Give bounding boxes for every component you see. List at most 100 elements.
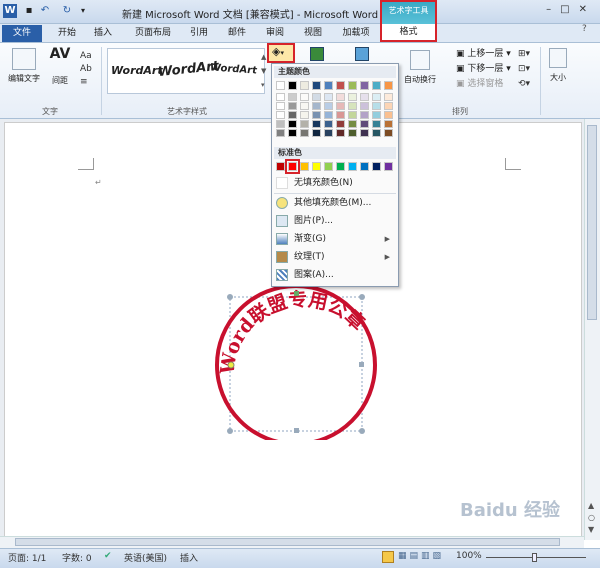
undo-icon[interactable]: ↶ [38,4,52,18]
redo-icon[interactable]: ↻ [60,4,74,18]
theme-color-swatch[interactable] [336,129,345,137]
theme-color-swatch[interactable] [276,93,285,101]
theme-color-swatch[interactable] [324,129,333,137]
theme-color-swatch[interactable] [324,102,333,110]
theme-color-swatch[interactable] [276,111,285,119]
edit-text-button[interactable]: 编辑文字 [6,48,42,84]
theme-color-swatch[interactable] [276,81,285,90]
theme-color-swatch[interactable] [372,129,381,137]
theme-color-swatch[interactable] [336,111,345,119]
text-effects-icon[interactable] [355,47,369,61]
standard-color-swatch[interactable] [285,159,300,174]
tab-addins[interactable]: 加载项 [336,25,376,42]
scroll-thumb[interactable] [15,538,560,546]
theme-color-swatch[interactable] [348,93,357,101]
tab-file[interactable]: 文件 [2,25,42,42]
scroll-thumb[interactable] [587,125,597,320]
theme-color-swatch[interactable] [360,120,369,128]
theme-color-swatch[interactable] [336,81,345,90]
resize-handle[interactable] [359,428,365,434]
theme-color-swatch[interactable] [312,102,321,110]
zoom-slider-thumb[interactable] [532,553,537,562]
theme-color-swatch[interactable] [384,93,393,101]
tab-view[interactable]: 视图 [298,25,328,42]
theme-color-swatch[interactable] [372,120,381,128]
tab-format[interactable]: 格式 [380,24,437,42]
theme-color-swatch[interactable] [312,81,321,90]
theme-color-swatch[interactable] [276,120,285,128]
standard-color-swatch[interactable] [276,162,285,171]
text-outline-icon[interactable] [310,47,324,61]
theme-color-swatch[interactable] [300,102,309,110]
theme-color-swatch[interactable] [324,111,333,119]
save-icon[interactable]: ▪ [22,4,36,18]
customize-qat-icon[interactable]: ▾ [76,4,90,18]
theme-color-swatch[interactable] [384,81,393,90]
text-fill-button[interactable]: ◈▾ [267,43,295,63]
theme-color-swatch[interactable] [312,111,321,119]
theme-color-swatch[interactable] [384,120,393,128]
insert-mode[interactable]: 插入 [180,551,198,564]
theme-color-swatch[interactable] [324,93,333,101]
theme-color-swatch[interactable] [288,93,297,101]
theme-color-swatch[interactable] [348,129,357,137]
pattern-fill-option[interactable]: 图案(A)... [274,267,396,284]
theme-color-swatch[interactable] [312,120,321,128]
print-layout-view-icon[interactable] [382,551,394,563]
theme-color-swatch[interactable] [360,102,369,110]
standard-color-swatch[interactable] [360,162,369,171]
standard-color-swatch[interactable] [348,162,357,171]
theme-color-swatch[interactable] [288,81,297,90]
spacing-icon[interactable]: AV [46,46,74,62]
resize-handle[interactable] [227,294,233,300]
selection-pane-button[interactable]: ▣ 选择窗格 [456,77,511,92]
rotate-handle[interactable] [294,291,299,296]
proofing-icon[interactable]: ✔ [104,551,112,561]
theme-color-swatch[interactable] [300,129,309,137]
zoom-level[interactable]: 100% [456,551,482,561]
theme-color-swatch[interactable] [372,93,381,101]
bring-forward-button[interactable]: ▣ 上移一层 ▾ [456,47,511,62]
adjust-handle[interactable] [227,361,235,369]
text-format-icons[interactable]: Aa Ab ≡ [80,50,92,89]
stamp-graphic[interactable]: Word联盟专用公章 [200,270,400,440]
theme-color-swatch[interactable] [312,93,321,101]
align-icons[interactable]: ⊞▾ ⊡▾ ⟲▾ [518,47,530,92]
theme-color-swatch[interactable] [348,120,357,128]
texture-fill-option[interactable]: 纹理(T) ▶ [274,249,396,266]
language-status[interactable]: 英语(美国) [124,551,167,564]
theme-color-swatch[interactable] [384,129,393,137]
tab-mailings[interactable]: 邮件 [222,25,252,42]
theme-color-swatch[interactable] [384,111,393,119]
resize-handle[interactable] [359,294,365,300]
word-count[interactable]: 字数: 0 [62,551,92,564]
theme-color-swatch[interactable] [348,81,357,90]
gradient-fill-option[interactable]: 渐变(G) ▶ [274,231,396,248]
maximize-icon[interactable]: □ [560,4,578,15]
standard-color-swatch[interactable] [372,162,381,171]
theme-color-swatch[interactable] [300,120,309,128]
tab-home[interactable]: 开始 [52,25,82,42]
gallery-scroll-icon[interactable]: ▲ ▼ ▾ [261,50,266,92]
wrap-text-button[interactable]: 自动换行 [400,50,440,85]
theme-color-swatch[interactable] [276,102,285,110]
theme-color-swatch[interactable] [300,93,309,101]
theme-color-swatch[interactable] [336,93,345,101]
window-controls[interactable]: –□✕ [546,4,596,15]
theme-color-swatch[interactable] [372,111,381,119]
page-count[interactable]: 页面: 1/1 [8,551,46,564]
theme-color-swatch[interactable] [288,129,297,137]
help-icon[interactable]: ? [582,24,587,34]
theme-color-swatch[interactable] [288,102,297,110]
close-icon[interactable]: ✕ [579,4,596,15]
minimize-icon[interactable]: – [546,4,560,15]
view-mode-icons[interactable]: ▦▤▥▧ [398,551,444,561]
theme-color-swatch[interactable] [336,102,345,110]
theme-color-swatch[interactable] [348,102,357,110]
tab-review[interactable]: 审阅 [260,25,290,42]
picture-fill-option[interactable]: 图片(P)... [274,213,396,230]
theme-color-swatch[interactable] [360,129,369,137]
send-backward-button[interactable]: ▣ 下移一层 ▾ [456,62,511,77]
theme-color-swatch[interactable] [324,120,333,128]
theme-color-swatch[interactable] [348,111,357,119]
